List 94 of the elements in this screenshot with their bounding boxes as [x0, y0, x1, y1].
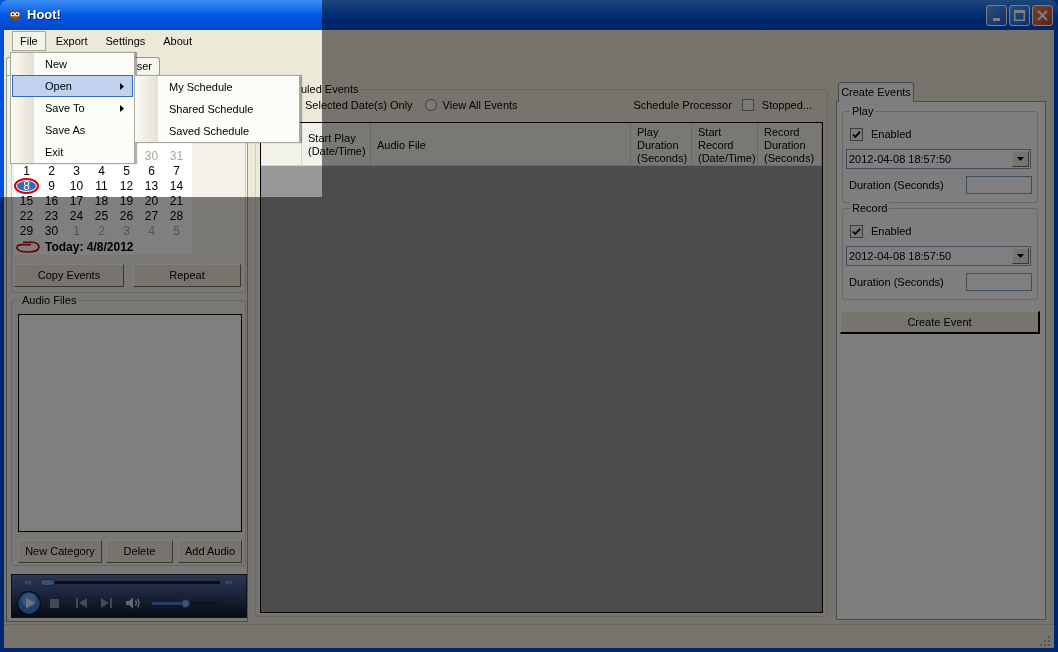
group-title: Audio Files	[20, 293, 79, 307]
calendar-day[interactable]: 27	[141, 208, 162, 223]
checkbox-label[interactable]: Enabled	[871, 223, 912, 240]
column-header[interactable]: Record Duration (Seconds)	[758, 123, 822, 165]
calendar-day[interactable]: 14	[166, 178, 187, 194]
caret-down-icon	[1017, 254, 1024, 258]
close-button[interactable]	[1032, 5, 1053, 26]
field-label: Duration (Seconds)	[849, 177, 944, 193]
radio-label[interactable]: View All Events	[442, 96, 518, 114]
duration-input[interactable]	[966, 273, 1032, 291]
fast-forward-icon[interactable]	[226, 579, 233, 585]
calendar-day[interactable]: 9	[41, 178, 62, 194]
close-icon	[1037, 10, 1048, 21]
field-label: Duration (Seconds)	[849, 274, 944, 290]
calendar-day[interactable]: 11	[91, 178, 112, 194]
calendar-day[interactable]: 26	[116, 208, 137, 223]
calendar-day[interactable]: 30	[41, 223, 62, 238]
menu-item[interactable]: File	[12, 31, 46, 51]
datetime-picker[interactable]: 2012-04-08 18:57:50	[846, 246, 1031, 266]
menu-item[interactable]: Export	[47, 31, 96, 51]
calendar-day[interactable]: 21	[166, 193, 187, 208]
checkbox[interactable]	[850, 225, 863, 238]
menu-item[interactable]: Save As	[12, 119, 133, 141]
repeat-button[interactable]: Repeat	[133, 264, 241, 287]
group-title: Play	[850, 104, 876, 118]
dropdown-button[interactable]	[1012, 151, 1029, 167]
add-audio-button[interactable]: Add Audio	[178, 540, 242, 563]
maximize-icon	[1014, 10, 1025, 21]
calendar-day[interactable]: 4	[91, 163, 112, 178]
column-header[interactable]: Play Duration (Seconds)	[631, 123, 692, 165]
minimize-icon	[993, 18, 1000, 21]
calendar-day[interactable]: 28	[166, 208, 187, 223]
radio-button[interactable]	[424, 99, 437, 111]
duration-input[interactable]	[966, 176, 1032, 194]
calendar-day[interactable]: 6	[141, 163, 162, 178]
minimize-button[interactable]	[986, 5, 1007, 26]
group-title: uled Events	[300, 82, 360, 96]
volume-thumb[interactable]	[180, 598, 190, 608]
datetime-picker[interactable]: 2012-04-08 18:57:50	[846, 149, 1031, 169]
menu-item[interactable]: Exit	[12, 141, 133, 163]
calendar-day[interactable]: 25	[91, 208, 112, 223]
checkbox[interactable]	[850, 128, 863, 141]
delete-button[interactable]: Delete	[106, 540, 173, 563]
volume-icon[interactable]	[126, 597, 142, 609]
menu-item[interactable]: Open	[12, 75, 133, 97]
new-category-button[interactable]: New Category	[18, 540, 102, 563]
calendar-day[interactable]: 19	[116, 193, 137, 208]
calendar-day[interactable]: 13	[141, 178, 162, 194]
tab[interactable]: Create Events	[838, 82, 914, 102]
copy-events-button[interactable]: Copy Events	[14, 264, 124, 287]
menu-item[interactable]: About	[155, 31, 201, 51]
calendar-day[interactable]: 16	[41, 193, 62, 208]
group-title: Record	[850, 201, 890, 215]
create-event-button[interactable]: Create Event	[840, 311, 1040, 334]
stop-icon[interactable]	[50, 598, 59, 608]
calendar-day[interactable]: 5	[116, 163, 137, 178]
calendar-day[interactable]: 20	[141, 193, 162, 208]
caret-down-icon	[1017, 157, 1024, 161]
calendar-day[interactable]: 12	[116, 178, 137, 194]
window-title: Hoot!	[27, 6, 61, 25]
today-label[interactable]: Today: 4/8/2012	[45, 237, 134, 256]
calendar-day[interactable]: 15	[16, 193, 37, 208]
calendar-day[interactable]: 1	[16, 163, 37, 178]
calendar-day[interactable]: 7	[166, 163, 187, 178]
calendar-day[interactable]: 22	[16, 208, 37, 223]
calendar-day[interactable]: 3	[66, 163, 87, 178]
calendar-day[interactable]: 23	[41, 208, 62, 223]
schedule-processor-label: Schedule Processor	[633, 97, 732, 113]
play-button[interactable]	[17, 591, 41, 615]
calendar-day[interactable]: 29	[16, 223, 37, 238]
calendar-day[interactable]: 24	[66, 208, 87, 223]
previous-icon[interactable]	[76, 598, 87, 608]
column-header[interactable]: Start Record (Date/Time)	[692, 123, 758, 165]
submenu-arrow-icon	[120, 82, 124, 90]
rewind-icon[interactable]	[24, 579, 31, 585]
calendar-day[interactable]: 10	[66, 178, 87, 194]
today-marker-icon	[16, 240, 40, 253]
maximize-button[interactable]	[1009, 5, 1030, 26]
owl-icon	[7, 7, 23, 23]
calendar-day[interactable]: 18	[91, 193, 112, 208]
column-header[interactable]: Audio File	[371, 123, 631, 165]
calendar-day[interactable]: 17	[66, 193, 87, 208]
menu-item[interactable]: Settings	[97, 31, 154, 51]
submenu-arrow-icon	[120, 104, 124, 112]
checkbox-label[interactable]: Stopped...	[761, 96, 812, 114]
resize-grip-icon[interactable]	[1040, 636, 1050, 646]
seek-thumb[interactable]	[40, 578, 55, 586]
menu-item[interactable]: Save To	[12, 97, 133, 119]
dropdown-button[interactable]	[1012, 248, 1029, 264]
calendar-day[interactable]: 2	[41, 163, 62, 178]
next-icon[interactable]	[101, 598, 112, 608]
checkbox[interactable]	[741, 99, 754, 111]
calendar-day[interactable]: 8	[14, 178, 39, 194]
checkbox-label[interactable]: Enabled	[871, 126, 912, 143]
